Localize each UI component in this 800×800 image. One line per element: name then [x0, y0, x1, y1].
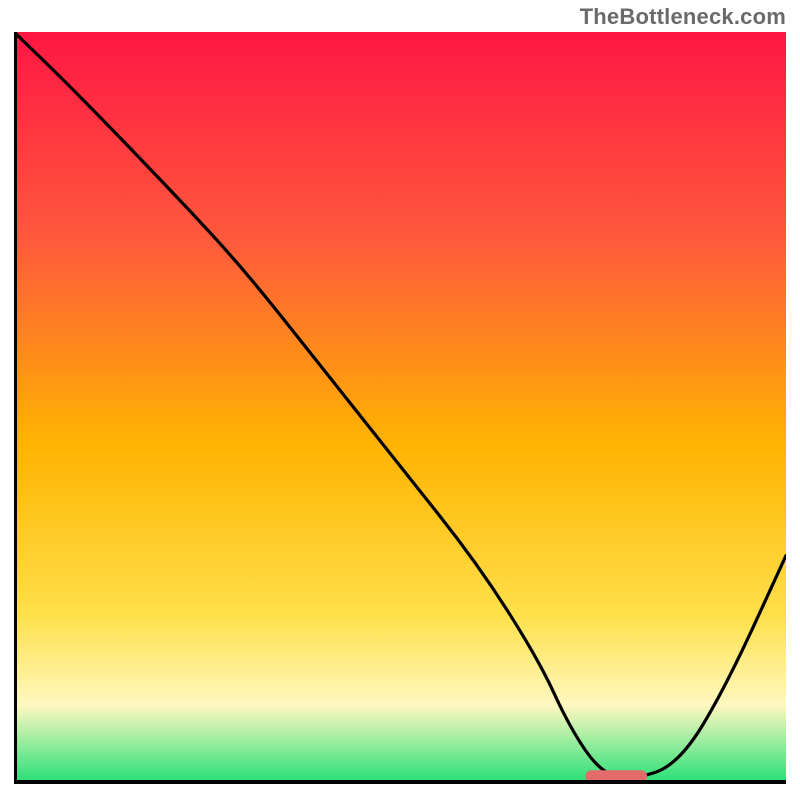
plot-area [14, 32, 786, 784]
watermark-text: TheBottleneck.com [580, 4, 786, 30]
chart-container: TheBottleneck.com [0, 0, 800, 800]
bottleneck-chart [14, 32, 786, 784]
gradient-background [14, 32, 786, 780]
